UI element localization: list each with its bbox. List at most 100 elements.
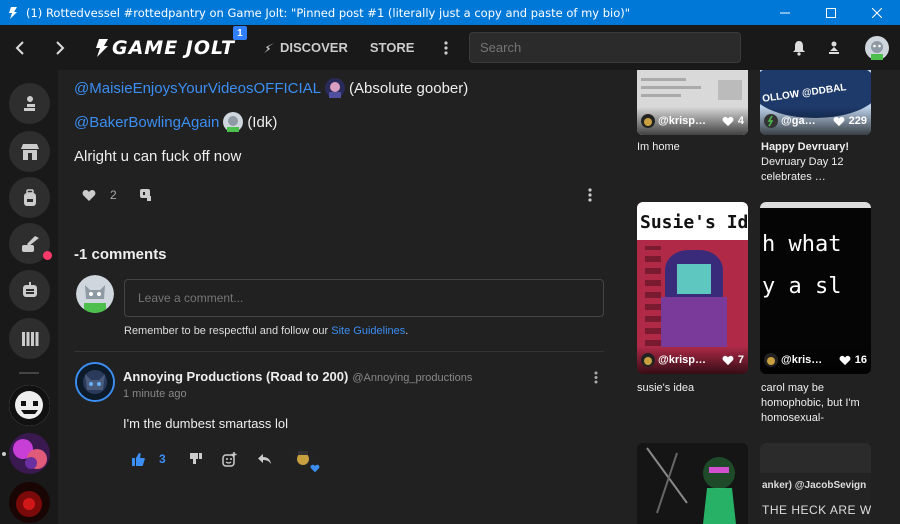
mention-link[interactable]: @BakerBowlingAgain (74, 114, 219, 131)
mention-note: (Idk) (247, 113, 278, 131)
comment-like-thumb-icon[interactable] (132, 452, 145, 466)
friend-requests-icon[interactable] (814, 25, 854, 70)
card-image-text-line-1: anker) @JacobSevign (762, 480, 867, 491)
back-arrow-icon[interactable] (0, 25, 40, 70)
sidebar-store-button[interactable] (9, 131, 50, 172)
comment-dislike-thumb-icon[interactable] (189, 453, 202, 465)
site-guidelines-link[interactable]: Site Guidelines (331, 325, 405, 337)
card-image-text-line-1: h what (762, 232, 842, 257)
user-avatar[interactable] (854, 25, 900, 70)
comment-header: Annoying Productions (Road to 200) @Anno… (123, 369, 472, 384)
sidebar-indicator-dot (2, 452, 6, 456)
gamejolt-app-icon (6, 6, 20, 20)
feed-card-4[interactable]: h what y a sl @kris… 16 (760, 202, 871, 374)
card-user-avatar (764, 353, 778, 367)
post-like-count: 2 (110, 188, 117, 202)
community-avatar-1[interactable] (9, 385, 50, 426)
discover-icon (263, 42, 274, 53)
card-heart-icon (833, 116, 845, 127)
card-image (637, 443, 748, 524)
liker-avatar[interactable] (291, 447, 320, 473)
community-avatar-2[interactable] (9, 433, 50, 474)
logo-wordmark: GAME JOLT (112, 36, 235, 59)
feed-card-1[interactable]: @krisp… 4 (637, 70, 748, 135)
more-menu-icon[interactable] (436, 25, 456, 70)
post-more-icon[interactable] (586, 186, 594, 204)
card-image-text-line-2: y a sl (762, 274, 842, 299)
store-label: STORE (369, 40, 415, 55)
feed-column: @krisp… 4 Im home OLLOW @DDBAL @ga… 229 … (624, 70, 900, 524)
comment-author-name[interactable]: Annoying Productions (Road to 200) (123, 369, 348, 384)
window-title: (1) Rottedvessel #rottedpantry on Game J… (26, 5, 631, 20)
comment-body: I'm the dumbest smartass lol (123, 416, 289, 431)
card-image: anker) @JacobSevign THE HECK ARE W (760, 443, 871, 524)
comment-more-icon[interactable] (592, 369, 600, 385)
comment-author-avatar[interactable] (75, 362, 115, 402)
notifications-bell-icon[interactable] (784, 25, 814, 70)
post-closing-text: Alright u can fuck off now (74, 148, 242, 165)
post-actions: 2 (82, 186, 153, 204)
sidebar-divider (19, 372, 39, 374)
left-sidebar (0, 70, 58, 524)
store-link[interactable]: STORE (370, 25, 415, 70)
guideline-prefix: Remember to be respectful and follow our (124, 325, 332, 337)
maximize-button[interactable] (808, 0, 854, 25)
activity-icon (23, 95, 35, 111)
sidebar-activity-button[interactable] (9, 83, 50, 124)
search-input[interactable] (469, 32, 741, 63)
dislike-icon[interactable] (139, 188, 153, 202)
gamejolt-logo[interactable]: GAME JOLT 1 (94, 25, 247, 70)
card-heart-icon (722, 116, 734, 127)
card-like-count: 7 (737, 354, 744, 366)
mention-link[interactable]: @MaisieEnjoysYourVideosOFFICIAL (74, 80, 321, 97)
backpack-icon (23, 188, 36, 206)
comment-timestamp[interactable]: 1 minute ago (123, 388, 187, 400)
discover-link[interactable]: DISCOVER (263, 25, 348, 70)
guideline-notice: Remember to be respectful and follow our… (124, 325, 408, 337)
sidebar-backpack-button[interactable] (9, 177, 50, 218)
card-heart-icon (722, 355, 734, 366)
reply-arrow-icon[interactable] (257, 453, 272, 465)
card-meta: @krisp… 4 (637, 107, 748, 135)
card-image-text-line-2: THE HECK ARE W (762, 503, 871, 517)
card-user-avatar (641, 114, 655, 128)
sidebar-creator-button[interactable] (9, 223, 52, 264)
library-icon (21, 331, 38, 346)
feed-card-6[interactable]: anker) @JacobSevign THE HECK ARE W (760, 443, 871, 524)
card-username: @ga… (781, 115, 816, 127)
add-sticker-icon[interactable] (221, 451, 237, 467)
card-username: @kris… (781, 354, 823, 366)
mention-avatar (325, 78, 346, 98)
card-meta: @krisp… 7 (637, 346, 748, 374)
card-username: @krisp… (658, 115, 707, 127)
sidebar-library-button[interactable] (9, 318, 50, 359)
comment-author-handle[interactable]: @Annoying_productions (352, 372, 472, 384)
notification-badge: 1 (232, 26, 247, 40)
close-button[interactable] (854, 0, 900, 25)
card-caption: Im home (637, 141, 680, 153)
community-avatar-3[interactable] (9, 482, 50, 523)
minimize-button[interactable] (762, 0, 808, 25)
card-meta: @ga… 229 (760, 107, 871, 135)
liker-heart-icon (310, 464, 320, 473)
comments-heading: -1 comments (74, 246, 167, 263)
top-right-icons (784, 25, 900, 70)
card-user-avatar (764, 114, 778, 128)
card-user-avatar (641, 353, 655, 367)
like-heart-icon[interactable] (82, 189, 96, 202)
current-user-avatar (76, 275, 114, 313)
forward-arrow-icon[interactable] (40, 25, 80, 70)
mention-line-1: @MaisieEnjoysYourVideosOFFICIAL (Absolut… (74, 77, 468, 99)
feed-card-2[interactable]: OLLOW @DDBAL @ga… 229 (760, 70, 871, 135)
discover-label: DISCOVER (279, 40, 348, 55)
window-titlebar: (1) Rottedvessel #rottedpantry on Game J… (0, 0, 900, 25)
feed-card-5[interactable] (637, 443, 748, 524)
feed-card-3[interactable]: Susie's Id @krisp… 7 (637, 202, 748, 374)
mention-avatar (223, 112, 244, 132)
card-like-count: 4 (737, 115, 744, 127)
unread-dot (43, 251, 52, 260)
sidebar-chat-button[interactable] (9, 270, 50, 311)
comments-divider (74, 351, 604, 352)
card-username: @krisp… (658, 354, 707, 366)
comment-input[interactable] (124, 279, 604, 317)
